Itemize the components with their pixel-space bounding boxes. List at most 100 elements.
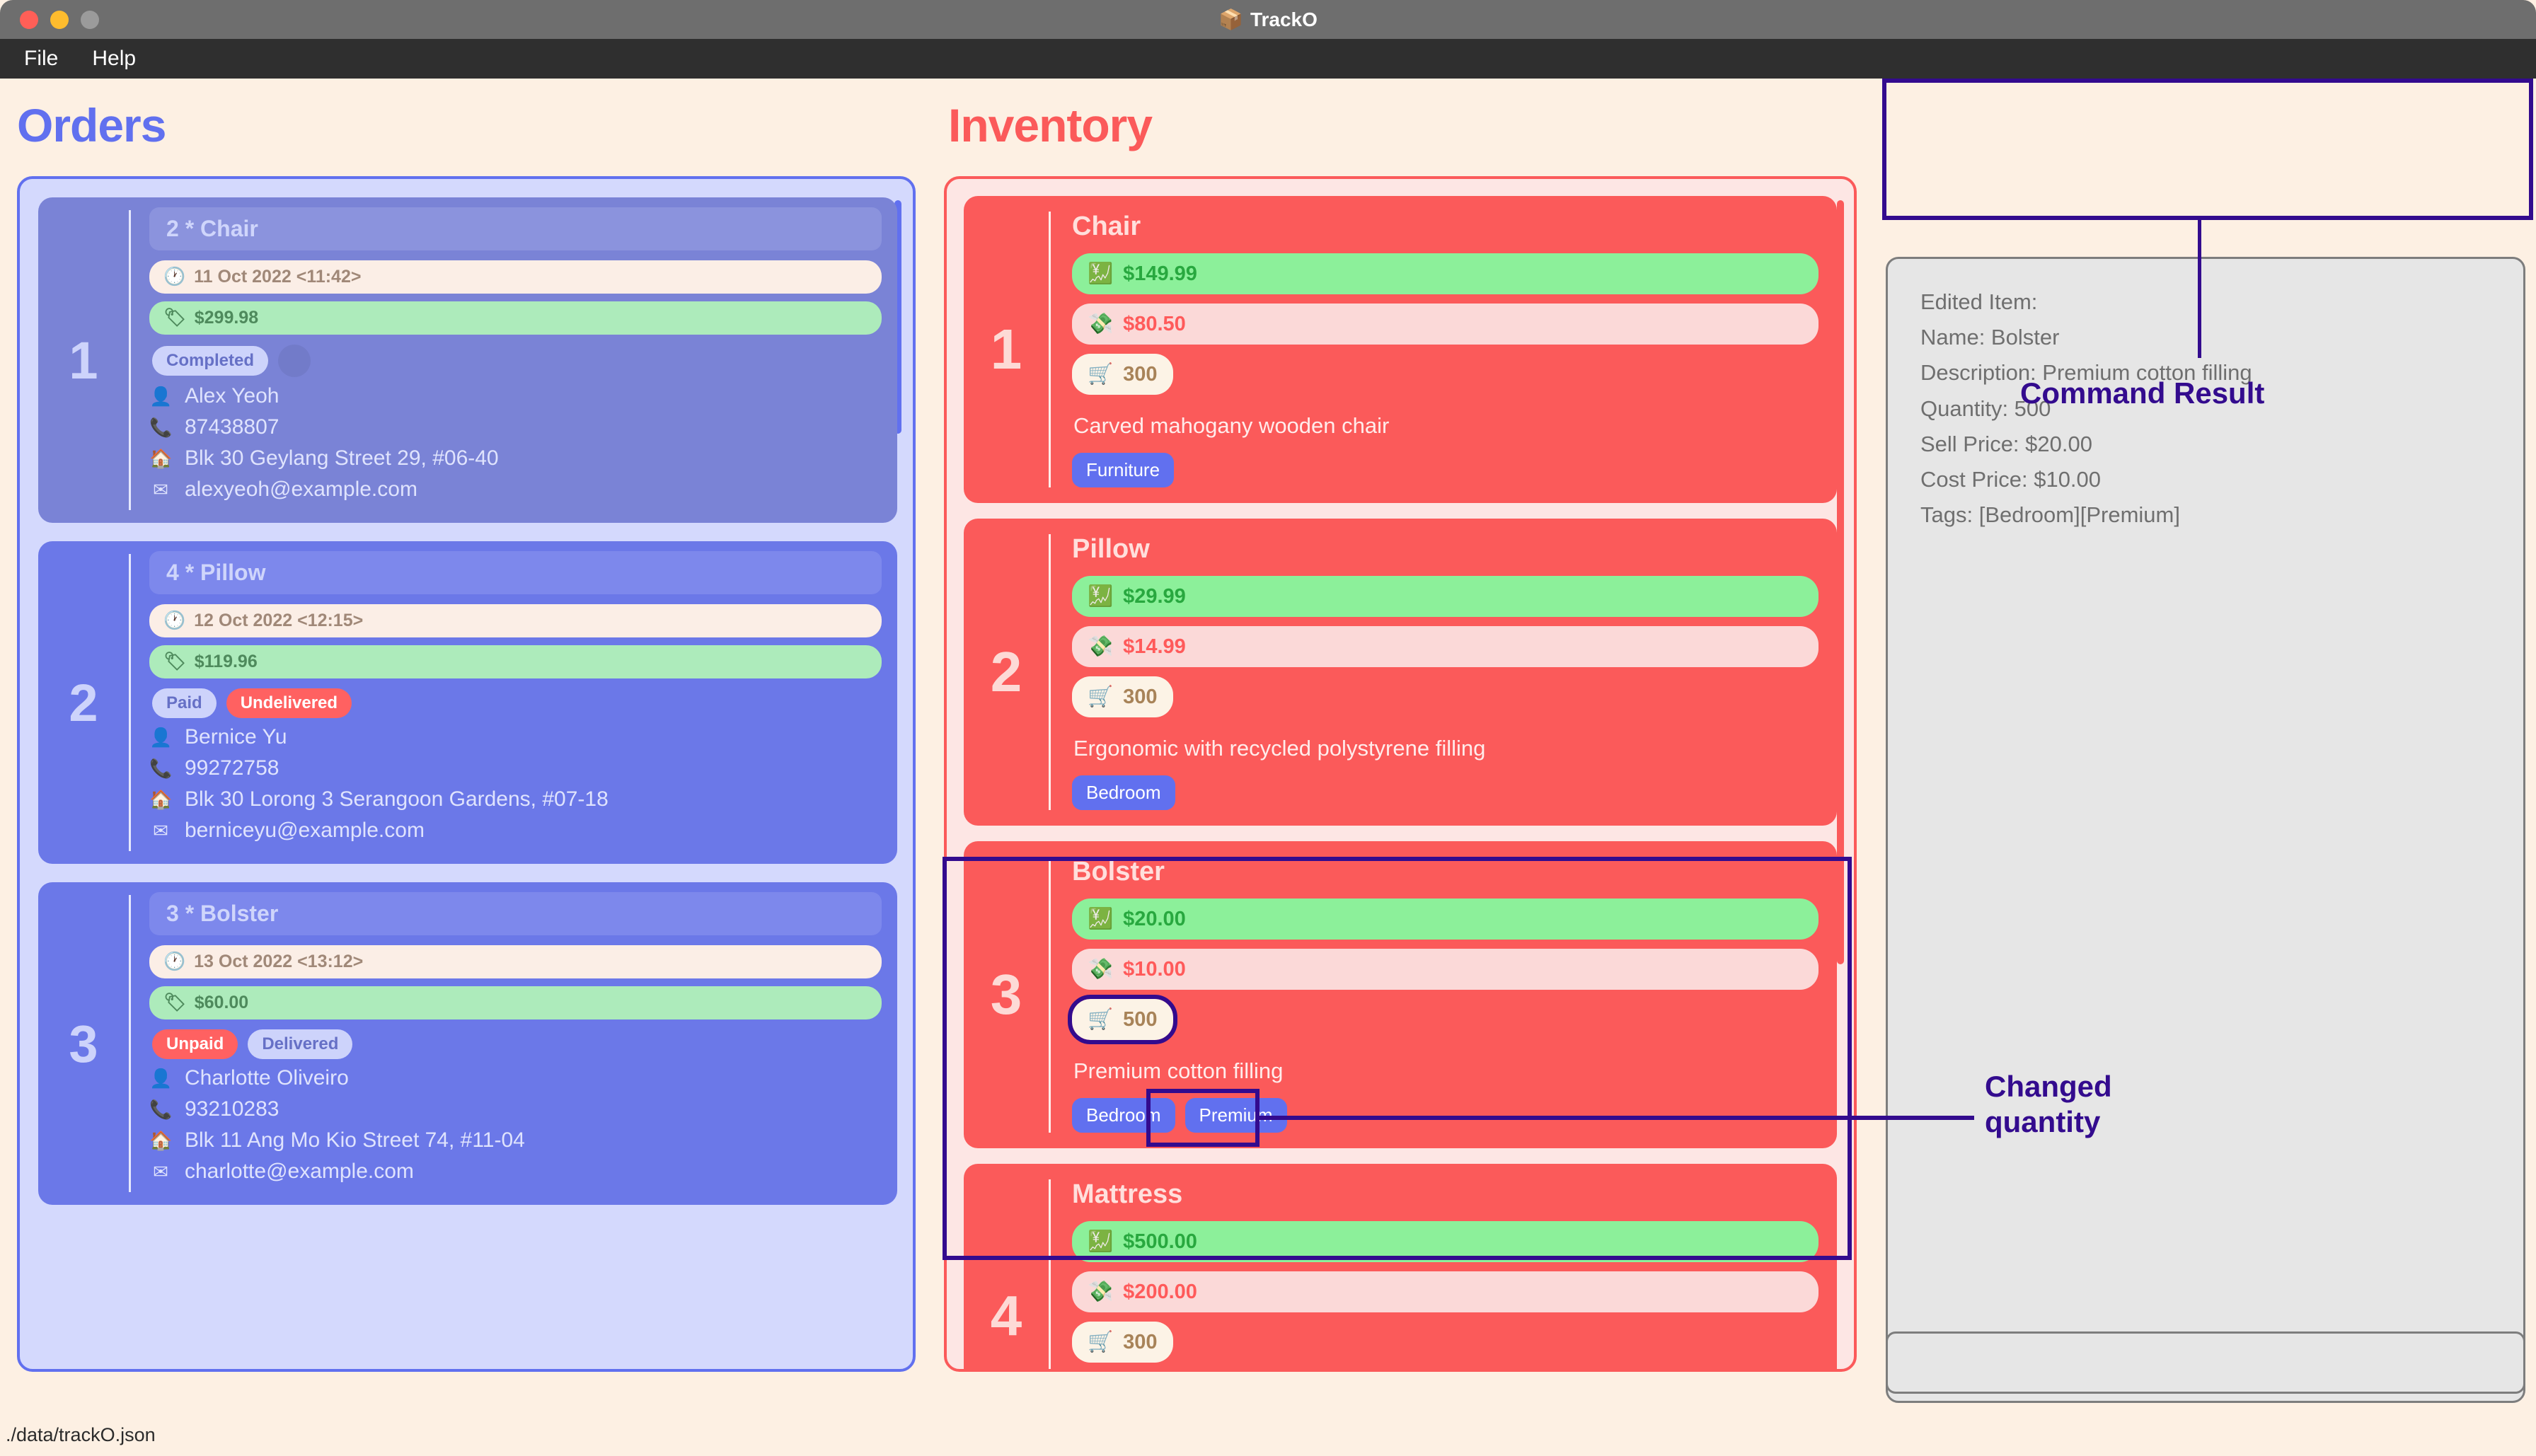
inventory-heading: Inventory <box>948 99 1153 151</box>
home-icon: 🏠 <box>149 447 173 469</box>
order-address-row: 🏠 Blk 11 Ang Mo Kio Street 74, #11-04 <box>149 1128 882 1152</box>
inventory-card[interactable]: 2 Pillow 💹 $29.99 💸 $14.99 🛒 300 Ergonom… <box>964 519 1837 826</box>
menu-item-file[interactable]: File <box>11 44 71 74</box>
order-person-row: 👤 Bernice Yu <box>149 725 882 749</box>
inventory-description: Premium cotton filling <box>1073 1058 1284 1083</box>
order-status-badge: Paid <box>152 688 217 718</box>
inventory-sell-price: $149.99 <box>1123 262 1197 285</box>
inventory-body: Pillow 💹 $29.99 💸 $14.99 🛒 300 Ergonomic… <box>1051 519 1837 826</box>
order-date-text: 12 Oct 2022 <12:15> <box>194 611 364 630</box>
inventory-sell-price-pill: 💹 $20.00 <box>1072 899 1819 940</box>
order-phone-row: 📞 93210283 <box>149 1097 882 1121</box>
email-icon: ✉ <box>153 1160 168 1182</box>
inventory-index: 4 <box>990 1284 1022 1347</box>
person-icon: 👤 <box>149 385 173 407</box>
order-contact: 👤 Bernice Yu 📞 99272758 🏠 Blk 30 Lorong … <box>149 725 882 843</box>
order-status-badge: Completed <box>152 346 269 376</box>
order-email: alexyeoh@example.com <box>185 478 417 501</box>
inventory-quantity-wrap: 🛒 500 <box>1068 995 1819 1044</box>
orders-panel: Orders 1 2 * Chair 🕐 11 Oct 2022 <11:42>… <box>7 79 920 1372</box>
order-phone: 87438807 <box>185 415 279 439</box>
inventory-sell-price: $20.00 <box>1123 907 1186 930</box>
order-body: 3 * Bolster 🕐 13 Oct 2022 <13:12> 🏷 $60.… <box>131 882 897 1205</box>
inventory-sell-price: $29.99 <box>1123 584 1186 608</box>
order-address: Blk 11 Ang Mo Kio Street 74, #11-04 <box>185 1128 525 1152</box>
inventory-tags: Furniture <box>1072 453 1819 487</box>
inventory-cost-price-pill: 💸 $80.50 <box>1072 304 1819 345</box>
order-address: Blk 30 Lorong 3 Serangoon Gardens, #07-1… <box>185 787 609 811</box>
clock-icon: 🕐 <box>163 267 186 287</box>
tag-icon: 🏷 <box>163 652 186 671</box>
inventory-quantity: 300 <box>1123 685 1158 708</box>
inventory-index: 3 <box>990 963 1022 1026</box>
inventory-list[interactable]: 1 Chair 💹 $149.99 💸 $80.50 🛒 300 Carved … <box>944 176 1857 1372</box>
sell-price-icon: 💹 <box>1088 1230 1114 1253</box>
inventory-quantity-pill: 🛒 300 <box>1072 676 1173 717</box>
tag-icon: 🏷 <box>163 993 186 1012</box>
inventory-quantity-pill: 🛒 500 <box>1068 995 1177 1044</box>
inventory-index: 1 <box>990 318 1022 381</box>
cost-price-icon: 💸 <box>1088 958 1114 981</box>
inventory-sell-price-pill: 💹 $149.99 <box>1072 253 1819 294</box>
phone-icon: 📞 <box>149 1098 173 1120</box>
inventory-card[interactable]: 3 Bolster 💹 $20.00 💸 $10.00 🛒 500 Premiu… <box>964 841 1837 1148</box>
cost-price-icon: 💸 <box>1088 635 1114 658</box>
title-bar: 📦 TrackO <box>0 0 2536 39</box>
orders-list[interactable]: 1 2 * Chair 🕐 11 Oct 2022 <11:42> 🏷 $299… <box>17 176 916 1372</box>
inventory-cost-price: $14.99 <box>1123 635 1186 658</box>
inventory-sell-price-pill: 💹 $29.99 <box>1072 576 1819 617</box>
inventory-cost-price: $10.00 <box>1123 957 1186 981</box>
inventory-tag: Bedroom <box>1072 1098 1175 1133</box>
order-price-text: $119.96 <box>194 652 258 671</box>
status-bar-path: ./data/trackO.json <box>6 1423 156 1445</box>
menu-item-help[interactable]: Help <box>79 44 149 74</box>
inventory-quantity-wrap: 🛒 300 <box>1072 354 1819 395</box>
clock-icon: 🕐 <box>163 611 186 630</box>
order-email-row: ✉ charlotte@example.com <box>149 1160 882 1184</box>
phone-icon: 📞 <box>149 416 173 438</box>
order-extra-badge <box>278 345 311 377</box>
window-title-text: TrackO <box>1250 8 1318 30</box>
inventory-name: Bolster <box>1072 857 1165 886</box>
home-icon: 🏠 <box>149 788 173 810</box>
inventory-quantity: 300 <box>1123 362 1158 386</box>
inventory-card[interactable]: 4 Mattress 💹 $500.00 💸 $200.00 🛒 300 <box>964 1164 1837 1369</box>
order-badges: Completed <box>152 345 882 377</box>
order-price-text: $299.98 <box>194 308 259 328</box>
tag-icon: 🏷 <box>163 308 186 328</box>
command-input[interactable] <box>1886 1331 2525 1394</box>
order-date-text: 11 Oct 2022 <11:42> <box>194 267 362 287</box>
order-name: 3 * Bolster <box>149 892 882 935</box>
order-person: Charlotte Oliveiro <box>185 1066 349 1090</box>
person-icon: 👤 <box>149 1067 173 1089</box>
inventory-description: Carved mahogany wooden chair <box>1073 413 1390 438</box>
main-content: Orders 1 2 * Chair 🕐 11 Oct 2022 <11:42>… <box>0 79 2536 1414</box>
inventory-tag: Bedroom <box>1072 775 1175 810</box>
inventory-scrollbar[interactable] <box>1837 200 1844 964</box>
order-person: Bernice Yu <box>185 725 287 749</box>
order-card[interactable]: 3 3 * Bolster 🕐 13 Oct 2022 <13:12> 🏷 $6… <box>38 882 897 1205</box>
inventory-quantity: 300 <box>1123 1330 1158 1353</box>
sell-price-icon: 💹 <box>1088 585 1114 608</box>
clock-icon: 🕐 <box>163 952 186 971</box>
email-icon: ✉ <box>153 478 168 500</box>
order-card[interactable]: 1 2 * Chair 🕐 11 Oct 2022 <11:42> 🏷 $299… <box>38 197 897 523</box>
status-bar: ./data/trackO.json <box>0 1414 2536 1456</box>
order-phone-row: 📞 99272758 <box>149 756 882 780</box>
orders-heading: Orders <box>17 99 166 151</box>
order-price-pill: 🏷 $119.96 <box>149 645 882 678</box>
inventory-card[interactable]: 1 Chair 💹 $149.99 💸 $80.50 🛒 300 Carved … <box>964 196 1837 503</box>
inventory-quantity-pill: 🛒 300 <box>1072 354 1173 395</box>
order-phone-row: 📞 87438807 <box>149 415 882 439</box>
order-person-row: 👤 Alex Yeoh <box>149 384 882 408</box>
order-card[interactable]: 2 4 * Pillow 🕐 12 Oct 2022 <12:15> 🏷 $11… <box>38 541 897 864</box>
command-result-text: Edited Item: Name: Bolster Description: … <box>1920 289 2252 528</box>
order-date-pill: 🕐 12 Oct 2022 <12:15> <box>149 604 882 637</box>
order-email-row: ✉ alexyeoh@example.com <box>149 478 882 502</box>
order-price-pill: 🏷 $60.00 <box>149 986 882 1019</box>
order-email-row: ✉ berniceyu@example.com <box>149 819 882 843</box>
cart-icon: 🛒 <box>1088 363 1114 386</box>
inventory-panel: Inventory 1 Chair 💹 $149.99 💸 $80.50 🛒 3… <box>941 79 1861 1372</box>
order-badges: Unpaid Delivered <box>152 1029 882 1059</box>
order-name: 4 * Pillow <box>149 551 882 594</box>
